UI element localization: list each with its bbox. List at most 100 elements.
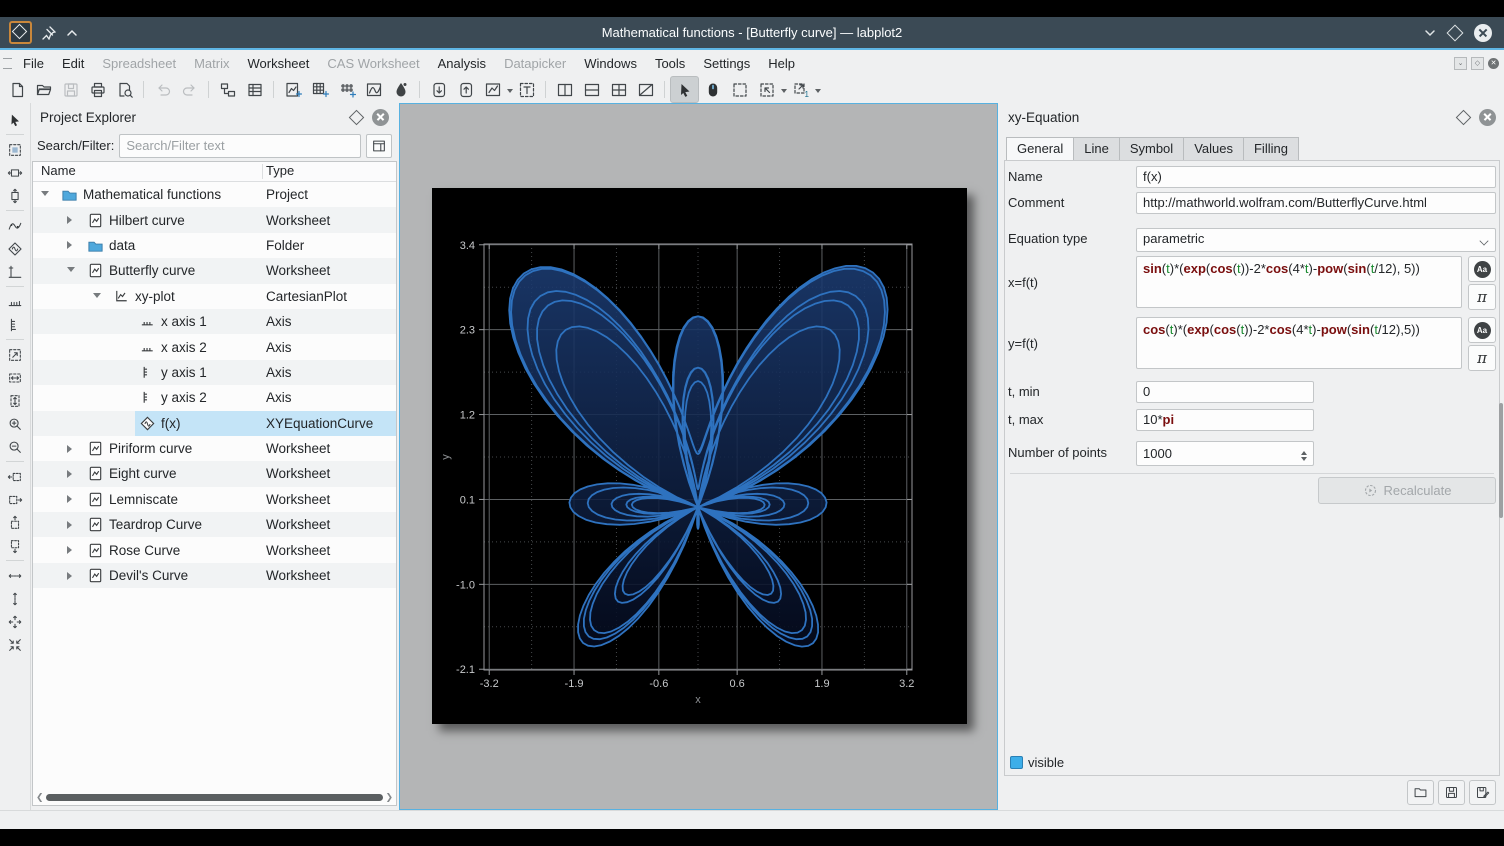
- redo-button[interactable]: [176, 77, 203, 102]
- recalculate-button[interactable]: Recalculate: [1318, 477, 1496, 504]
- maximize-diamond-icon[interactable]: [1447, 24, 1464, 41]
- expand-arrow-icon[interactable]: [67, 495, 76, 503]
- equation-type-combobox[interactable]: parametric: [1136, 228, 1496, 252]
- subwindow-close-icon[interactable]: ✕: [1488, 58, 1499, 69]
- save-as-function-button[interactable]: [1469, 780, 1496, 805]
- load-function-button[interactable]: [1407, 780, 1434, 805]
- zoom-select-tool[interactable]: [3, 343, 27, 366]
- select-region-tool[interactable]: [3, 138, 27, 161]
- open-file-button[interactable]: [30, 77, 57, 102]
- spin-down-icon[interactable]: [1301, 457, 1307, 464]
- tree-column-header[interactable]: Name Type: [33, 162, 396, 182]
- spin-up-icon[interactable]: [1301, 448, 1307, 455]
- save-function-button[interactable]: [1438, 780, 1465, 805]
- layout-break-button[interactable]: [632, 77, 659, 102]
- import-data-button[interactable]: [425, 77, 452, 102]
- print-button[interactable]: [84, 77, 111, 102]
- chevron-down-icon[interactable]: [1424, 27, 1436, 39]
- menu-spreadsheet[interactable]: Spreadsheet: [93, 52, 185, 75]
- float-panel-icon[interactable]: [349, 109, 365, 125]
- select-mode-button[interactable]: [670, 76, 699, 103]
- collapse-arrow-icon[interactable]: [41, 191, 49, 200]
- zoom-x-select-tool[interactable]: [3, 366, 27, 389]
- float-panel-icon[interactable]: [1456, 109, 1472, 125]
- layout-horizontal-button[interactable]: [578, 77, 605, 102]
- expand-arrow-icon[interactable]: [67, 546, 76, 554]
- shift-right-tool[interactable]: [3, 488, 27, 511]
- auto-scale-y-tool[interactable]: [3, 587, 27, 610]
- expand-arrow-icon[interactable]: [67, 470, 76, 478]
- zoom-mode-button[interactable]: [753, 77, 780, 102]
- x-equation-input[interactable]: sin(t)*(exp(cos(t))-2*cos(4*t)-pow(sin(t…: [1136, 256, 1462, 308]
- t-min-field[interactable]: 0: [1136, 381, 1314, 403]
- y-equation-input[interactable]: cos(t)*(exp(cos(t))-2*cos(4*t)-pow(sin(t…: [1136, 317, 1462, 369]
- menu-analysis[interactable]: Analysis: [429, 52, 495, 75]
- menu-windows[interactable]: Windows: [575, 52, 646, 75]
- tree-row-lemniscate[interactable]: LemniscateWorksheet: [33, 487, 396, 512]
- expand-arrow-icon[interactable]: [67, 572, 76, 580]
- new-live-data-source-button[interactable]: [333, 77, 360, 102]
- menu-matrix[interactable]: Matrix: [185, 52, 238, 75]
- print-preview-button[interactable]: [111, 77, 138, 102]
- expand-arrow-icon[interactable]: [67, 241, 76, 249]
- worksheet-view[interactable]: -3.2-1.9-0.60.61.93.23.42.31.20.1-1.0-2.…: [399, 103, 998, 810]
- expand-arrow-icon[interactable]: [67, 216, 76, 224]
- add-axis-tool[interactable]: [3, 260, 27, 283]
- color-theme-button[interactable]: [387, 77, 414, 102]
- filter-options-button[interactable]: [366, 134, 392, 158]
- tab-general[interactable]: General: [1006, 137, 1073, 161]
- new-workbook-button[interactable]: [214, 77, 241, 102]
- add-equation-curve-tool[interactable]: [3, 237, 27, 260]
- auto-scale-x-tool[interactable]: [3, 564, 27, 587]
- layout-grid-button[interactable]: [605, 77, 632, 102]
- search-filter-input[interactable]: [119, 134, 361, 158]
- tree-horizontal-scrollbar[interactable]: ❮ ❯: [36, 793, 393, 802]
- tab-filling[interactable]: Filling: [1243, 137, 1299, 161]
- subwindow-minimize-icon[interactable]: ⌄: [1454, 57, 1467, 70]
- comment-field[interactable]: http://mathworld.wolfram.com/ButterflyCu…: [1136, 192, 1496, 214]
- tree-row-y-axis-1[interactable]: y axis 1Axis: [33, 360, 396, 385]
- dropdown-caret-icon[interactable]: [815, 89, 821, 96]
- shift-up-tool[interactable]: [3, 511, 27, 534]
- visible-checkbox-row[interactable]: visible: [1010, 755, 1064, 770]
- scroll-left-icon[interactable]: ❮: [36, 793, 44, 802]
- labplot-app-icon[interactable]: [9, 21, 32, 44]
- navigate-plot-tool[interactable]: [3, 108, 27, 131]
- tree-row-x-axis-2[interactable]: x axis 2Axis: [33, 334, 396, 359]
- new-plot-button[interactable]: [360, 77, 387, 102]
- points-spinbox[interactable]: 1000: [1136, 441, 1314, 466]
- menu-datapicker[interactable]: Datapicker: [495, 52, 575, 75]
- tree-row-f-x-[interactable]: f(x)XYEquationCurve: [33, 411, 396, 436]
- collapse-arrow-icon[interactable]: [67, 267, 75, 276]
- props-scrollbar-thumb[interactable]: [1499, 403, 1503, 518]
- new-document-button[interactable]: [3, 77, 30, 102]
- close-panel-icon[interactable]: [372, 109, 389, 126]
- scroll-right-icon[interactable]: ❯: [385, 793, 393, 802]
- export-data-button[interactable]: [452, 77, 479, 102]
- new-worksheet-button[interactable]: [279, 77, 306, 102]
- zoom-select-mode-button[interactable]: [726, 77, 753, 102]
- tree-row-y-axis-2[interactable]: y axis 2Axis: [33, 385, 396, 410]
- menu-file[interactable]: File: [14, 52, 53, 75]
- new-matrix-button[interactable]: [306, 77, 333, 102]
- insert-constant-button[interactable]: Aa: [1468, 317, 1496, 343]
- tree-row-mathematical-functions[interactable]: Mathematical functionsProject: [33, 182, 396, 207]
- insert-function-button[interactable]: π: [1468, 284, 1496, 310]
- tree-row-teardrop-curve[interactable]: Teardrop CurveWorksheet: [33, 512, 396, 537]
- auto-fit-tool[interactable]: [3, 633, 27, 656]
- menu-cas-worksheet[interactable]: CAS Worksheet: [318, 52, 428, 75]
- tree-row-hilbert-curve[interactable]: Hilbert curveWorksheet: [33, 207, 396, 232]
- save-button[interactable]: [57, 77, 84, 102]
- tree-row-x-axis-1[interactable]: x axis 1Axis: [33, 309, 396, 334]
- shift-down-tool[interactable]: [3, 534, 27, 557]
- undo-button[interactable]: [149, 77, 176, 102]
- shift-left-tool[interactable]: [3, 465, 27, 488]
- expand-arrow-icon[interactable]: [67, 445, 76, 453]
- close-icon[interactable]: [1474, 24, 1492, 42]
- scrollbar-thumb[interactable]: [46, 794, 384, 801]
- tree-row-data[interactable]: dataFolder: [33, 233, 396, 258]
- navigate-mode-button[interactable]: [699, 77, 726, 102]
- collapse-up-icon[interactable]: [66, 27, 78, 39]
- close-panel-icon[interactable]: [1479, 109, 1496, 126]
- pin-icon[interactable]: [42, 26, 56, 40]
